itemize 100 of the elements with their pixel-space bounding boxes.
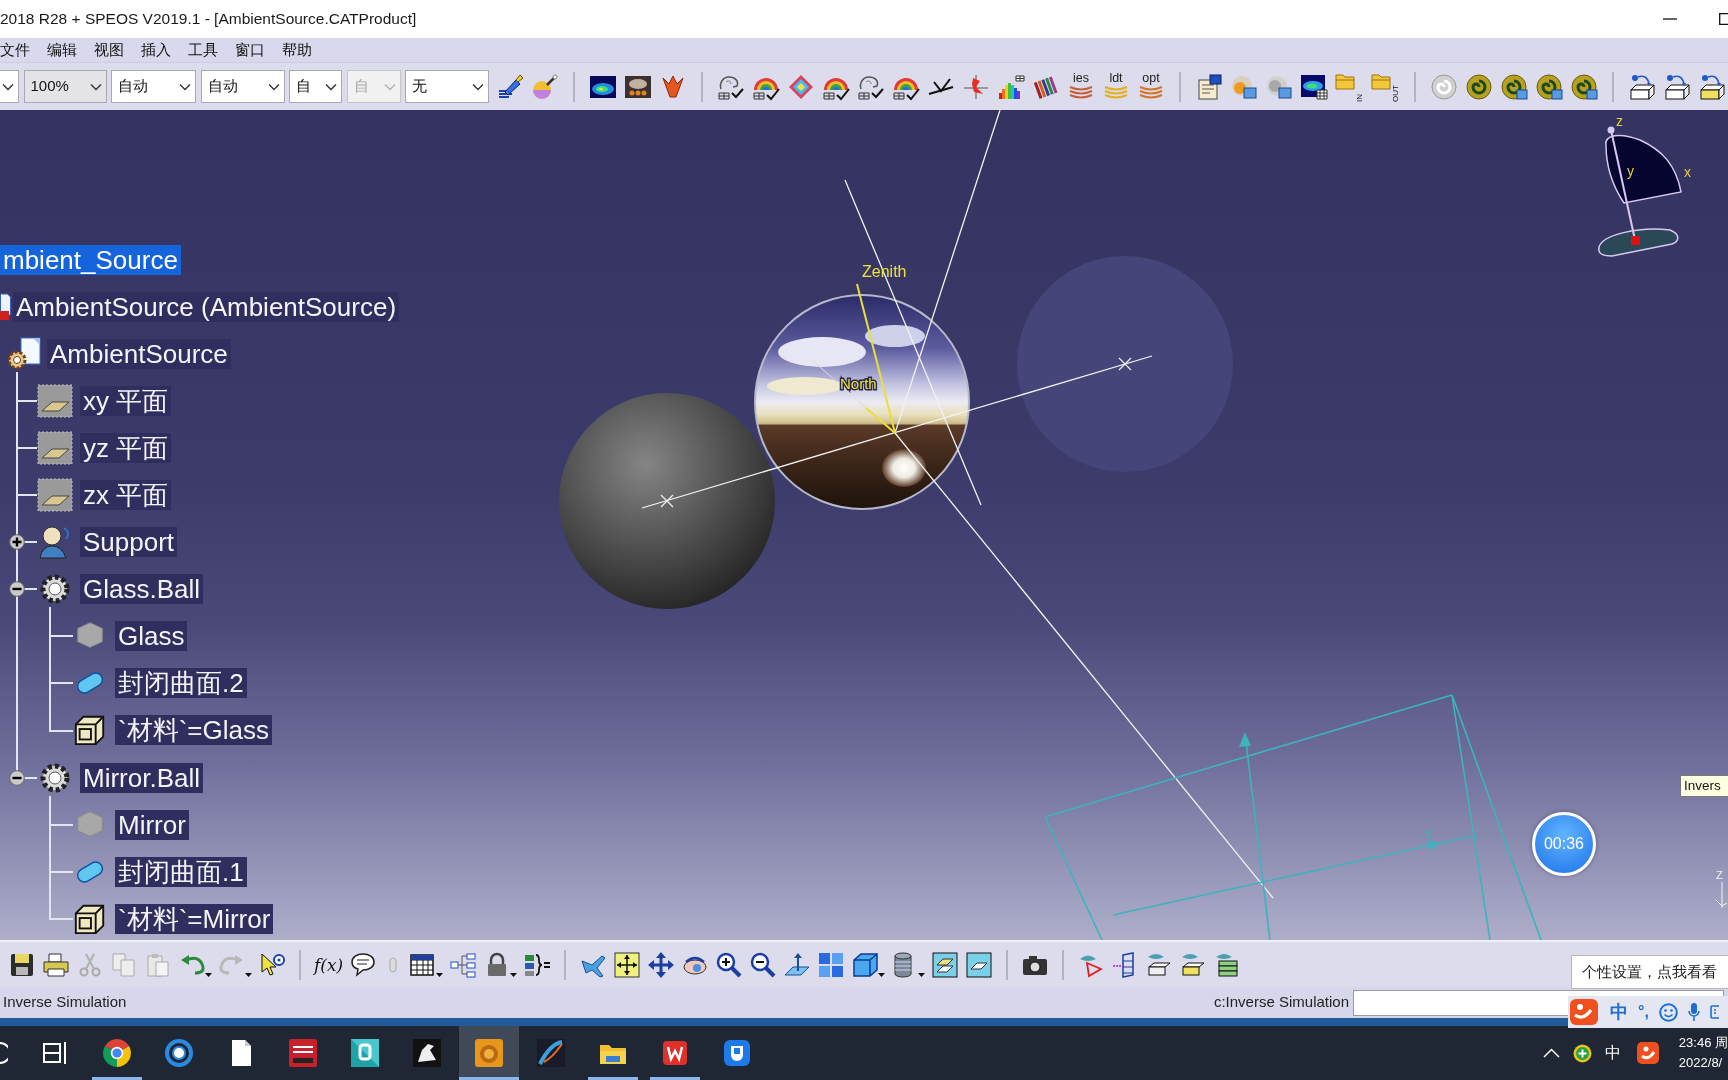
cylinder-icon[interactable] [891, 950, 926, 979]
search-icon[interactable] [0, 1039, 8, 1067]
brush-icon[interactable] [496, 72, 524, 101]
menu-item[interactable]: 插入 [141, 40, 171, 60]
axis-label: Z [1716, 869, 1723, 881]
ime-mode-toggle[interactable]: 中 [1610, 1001, 1628, 1023]
folder-button[interactable]: OUT [1371, 71, 1400, 102]
plane-icon [37, 382, 73, 419]
menu-item[interactable]: 视图 [94, 40, 124, 60]
format-button[interactable]: ldt [1102, 70, 1130, 103]
tree-item[interactable]: `材料`=Mirror [115, 903, 274, 934]
dropdown[interactable]: 100% [23, 70, 107, 103]
menu-item[interactable]: 帮助 [282, 40, 312, 60]
dropdown[interactable] [0, 70, 19, 103]
status-message: Inverse Simulation [3, 992, 127, 1013]
menu-item[interactable]: 编辑 [47, 40, 77, 60]
box-arrow-icon[interactable] [1628, 72, 1656, 101]
heatmap-grid-icon[interactable] [1300, 72, 1328, 101]
tree-item[interactable]: `材料`=Glass [115, 715, 272, 746]
north-line [865, 407, 896, 434]
tree-item[interactable]: 封闭曲面.1 [115, 856, 247, 887]
folder-icon [1335, 71, 1355, 90]
zoom-out-icon[interactable] [749, 950, 778, 979]
spiral-icon[interactable] [1570, 72, 1598, 101]
chevron-down-icon [179, 82, 191, 91]
pan-icon[interactable] [647, 950, 676, 979]
spectrum-icon[interactable] [997, 72, 1025, 101]
tree-item[interactable]: AmbientSource (AmbientSource) [13, 291, 400, 322]
pointer-icon[interactable] [258, 950, 286, 979]
chevron-down-icon [89, 82, 102, 91]
tree-item[interactable]: zx 平面 [80, 480, 172, 510]
tree-item[interactable]: yz 平面 [80, 432, 172, 463]
collapse-icon[interactable] [9, 769, 25, 786]
spiral-icon[interactable] [1535, 72, 1563, 101]
menu-item[interactable]: 工具 [188, 40, 218, 60]
axis-flame-icon[interactable] [962, 72, 990, 101]
ime-indicator[interactable]: 中 [1604, 1043, 1621, 1063]
formula-button[interactable]: f(x) [314, 952, 344, 977]
layers-icon[interactable] [931, 950, 960, 979]
collapse-icon[interactable] [9, 581, 25, 598]
plus-circle-icon[interactable] [1572, 1043, 1592, 1063]
dropdown[interactable]: 无 [405, 70, 489, 103]
maximize-icon[interactable] [1719, 13, 1728, 25]
timer-badge: 00:36 [1532, 812, 1596, 876]
command-label: c:Inverse Simulation [1213, 992, 1349, 1013]
folder-button[interactable]: IN [1335, 71, 1364, 102]
mini-axis [1715, 881, 1728, 909]
window-title: 2018 R28 + SPEOS V2019.1 - [AmbientSource.CATProduct] [0, 9, 417, 30]
multi-view-icon[interactable] [817, 950, 846, 979]
menu-item[interactable]: 文件 [0, 40, 30, 60]
circle-logo-icon [102, 1038, 132, 1068]
tree-item[interactable]: Glass [115, 621, 188, 652]
layer-icon[interactable] [965, 950, 994, 979]
microphone-icon[interactable] [1687, 1002, 1700, 1022]
diamond-icon[interactable] [787, 72, 815, 101]
chevron-up-icon[interactable] [1542, 1048, 1560, 1058]
tree-item[interactable]: 封闭曲面.2 [115, 668, 247, 699]
tree-item[interactable]: Support [80, 527, 178, 558]
chevron-down-icon [2, 82, 14, 91]
tree-item[interactable]: AmbientSource [47, 338, 231, 369]
tile-logo-icon [412, 1038, 442, 1068]
ring-logo-icon [164, 1038, 194, 1068]
center-mark [660, 494, 674, 508]
tree-item[interactable]: mbient_Source [0, 244, 181, 275]
chevron-down-icon [267, 82, 280, 91]
tooltip: Invers [1680, 775, 1728, 797]
axis-label: x [1425, 825, 1432, 841]
clock-time[interactable]: 23:46 周 [1678, 1033, 1728, 1053]
ime-logo-icon[interactable] [1635, 1041, 1660, 1065]
dropdown[interactable]: 自 [289, 70, 342, 103]
sphere-wand-icon[interactable] [531, 72, 559, 101]
format-button[interactable]: opt [1137, 70, 1165, 103]
tree-diagram-icon[interactable] [449, 950, 478, 979]
fit-all-icon[interactable] [613, 950, 642, 979]
clipboard-icon[interactable] [1195, 72, 1223, 101]
keyboard-icon[interactable] [1709, 1004, 1719, 1020]
expand-icon[interactable] [9, 534, 25, 551]
dropdown[interactable]: 自动 [200, 70, 285, 103]
clock-date[interactable]: 2022/8/ [1678, 1053, 1728, 1073]
folder-icon [1371, 71, 1391, 90]
box-arrow-icon[interactable] [1663, 72, 1691, 101]
box-arrow-icon[interactable] [1698, 72, 1726, 101]
spiral-icon[interactable] [1465, 72, 1493, 101]
tree-item[interactable]: Mirror [115, 809, 189, 840]
speech-bubble-icon[interactable] [349, 950, 378, 979]
print-icon[interactable] [42, 950, 70, 979]
format-button[interactable]: ies [1067, 70, 1095, 103]
cube-icon[interactable] [851, 950, 886, 979]
punctuation-toggle[interactable]: °, [1638, 1001, 1649, 1023]
tree-item[interactable]: Mirror.Ball [80, 762, 203, 793]
chevron-down-icon [325, 82, 337, 91]
tree-item[interactable]: Glass.Ball [80, 574, 204, 605]
menu-item[interactable]: 窗口 [235, 40, 265, 60]
spiral-icon[interactable] [1500, 72, 1528, 101]
dropdown[interactable]: 自动 [111, 70, 196, 103]
tree-item[interactable]: xy 平面 [80, 385, 172, 416]
smiley-icon[interactable] [1658, 1002, 1678, 1022]
document-icon [0, 291, 11, 322]
zoom-in-icon[interactable] [715, 950, 744, 979]
plane-icon [37, 477, 73, 513]
